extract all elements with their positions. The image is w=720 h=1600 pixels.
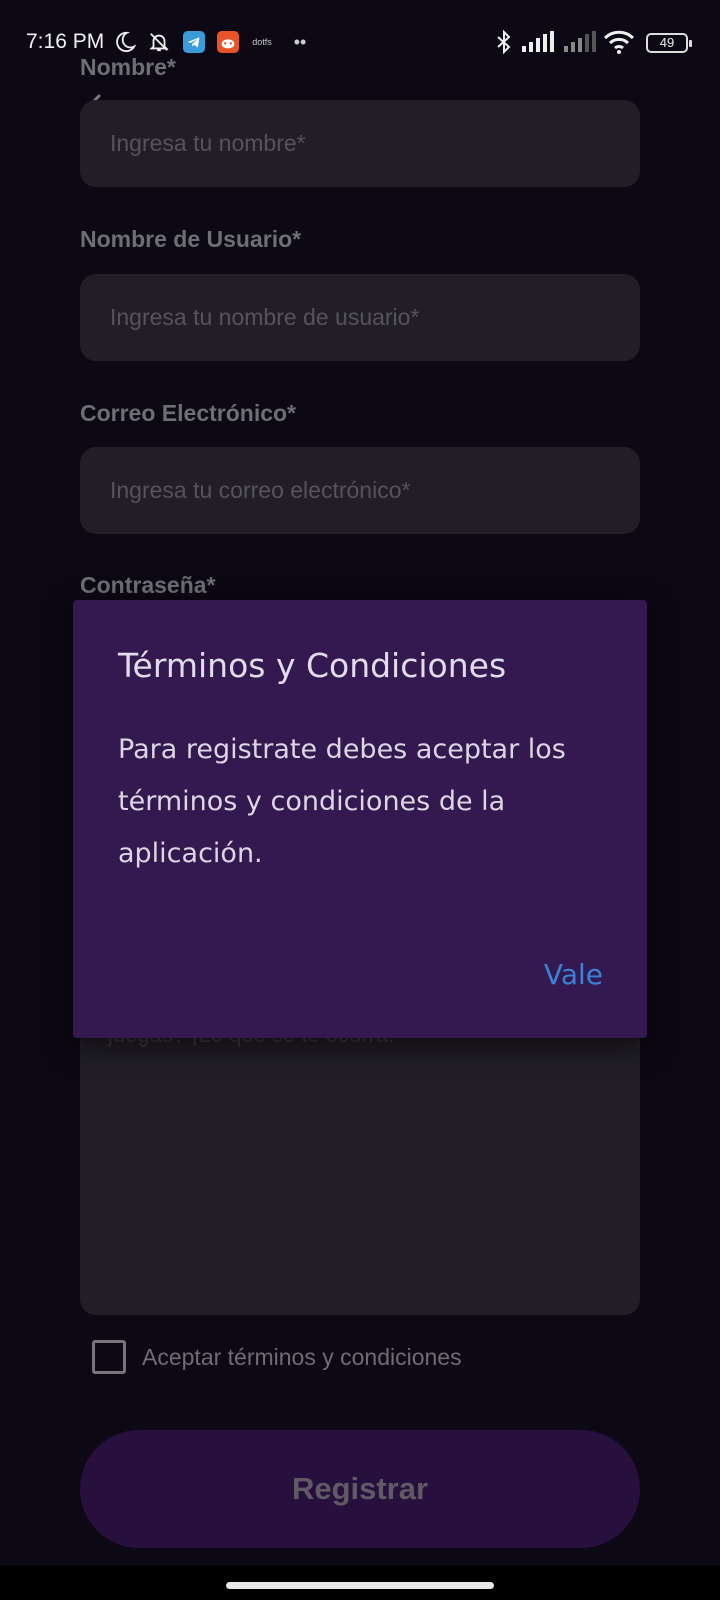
terms-dialog: Términos y Condiciones Para registrate d… <box>73 600 647 1038</box>
name-label: Nombre* <box>80 54 176 80</box>
status-time: 7:16 PM <box>26 30 105 53</box>
moon-icon <box>112 30 138 54</box>
signal-2-icon <box>562 30 598 54</box>
terms-checkbox[interactable] <box>92 1340 126 1374</box>
dialog-message: Para registrate debes aceptar los términ… <box>118 734 566 869</box>
email-field[interactable]: Ingresa tu correo electrónico* <box>80 447 640 534</box>
register-button-label: Registrar <box>291 1471 429 1506</box>
wifi-icon <box>602 30 636 54</box>
register-button[interactable]: Registrar <box>80 1430 640 1548</box>
terms-checkbox-label: Aceptar términos y condiciones <box>142 1343 462 1370</box>
terms-checkbox-row[interactable]: Aceptar términos y condiciones <box>92 1340 462 1374</box>
email-label: Correo Electrónico* <box>80 400 296 426</box>
password-label: Contraseña* <box>80 572 216 598</box>
signal-icon <box>520 30 556 54</box>
bell-off-icon <box>146 30 172 54</box>
dotfs-icon: dotfs <box>252 37 272 47</box>
home-indicator[interactable] <box>226 1582 494 1589</box>
dialog-title: Términos y Condiciones <box>118 646 507 685</box>
reddit-icon <box>216 30 240 54</box>
more-notifications-icon: •• <box>293 31 307 52</box>
username-field[interactable]: Ingresa tu nombre de usuario* <box>80 274 640 361</box>
name-placeholder: Ingresa tu nombre* <box>110 130 306 156</box>
username-placeholder: Ingresa tu nombre de usuario* <box>110 304 420 330</box>
name-field[interactable]: Ingresa tu nombre* <box>80 100 640 187</box>
email-placeholder: Ingresa tu correo electrónico* <box>110 477 411 503</box>
bluetooth-icon <box>494 30 514 54</box>
dialog-ok-button[interactable]: Vale <box>544 958 603 991</box>
telegram-icon <box>182 30 206 54</box>
username-label: Nombre de Usuario* <box>80 226 302 252</box>
bio-textarea[interactable]: juegas? ¡Lo que se te ocurra! <box>80 1020 640 1315</box>
battery-indicator: 49 <box>646 33 692 53</box>
